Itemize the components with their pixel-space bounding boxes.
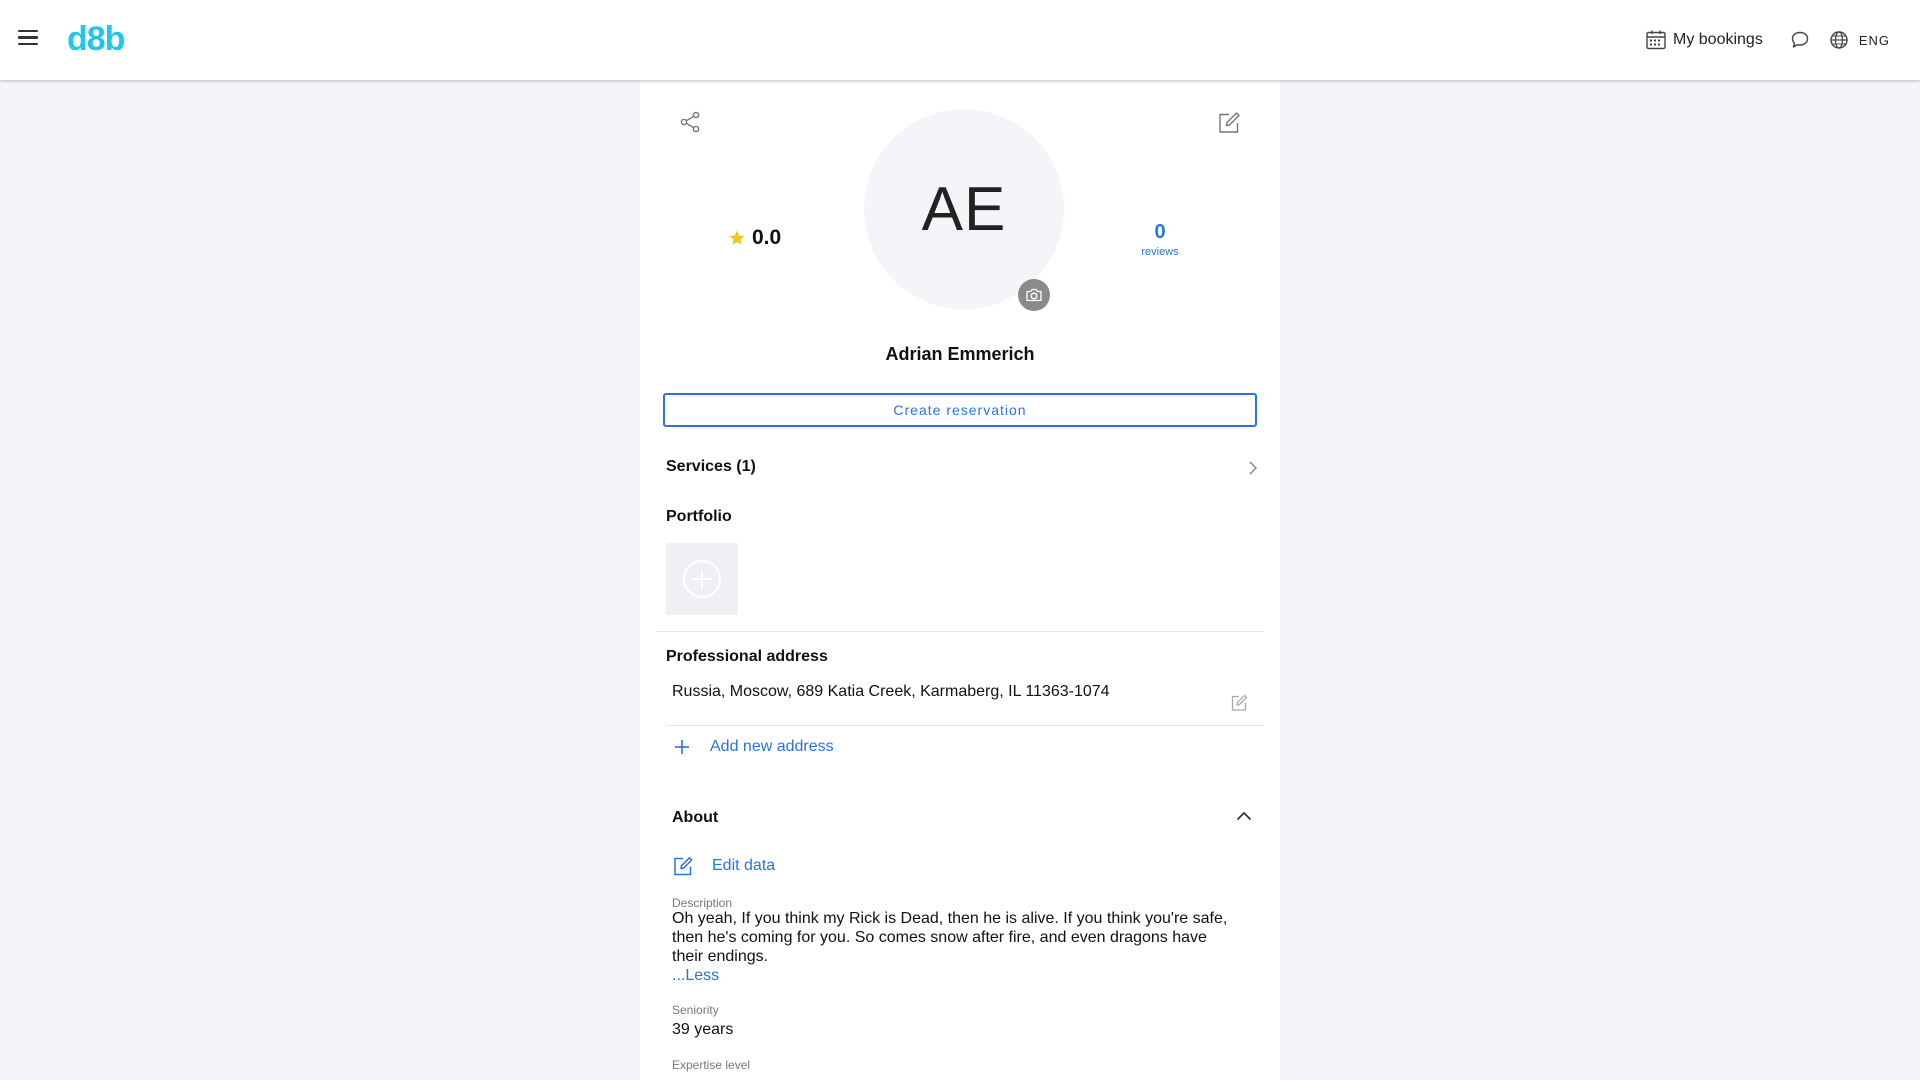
globe-icon — [1830, 31, 1848, 49]
plus-icon — [675, 740, 689, 754]
services-title: Services (1) — [666, 458, 756, 475]
hamburger-menu-icon[interactable] — [18, 30, 38, 46]
top-navigation-bar: d8b My bookings ENG — [0, 0, 1920, 80]
professional-address-title: Professional address — [666, 648, 828, 665]
header-actions: My bookings ENG — [1645, 24, 1890, 56]
address-divider — [666, 725, 1264, 726]
edit-address-icon[interactable] — [1229, 693, 1249, 718]
share-icon[interactable] — [678, 110, 702, 139]
language-selector[interactable]: ENG — [1829, 30, 1890, 50]
camera-icon — [1026, 288, 1042, 302]
my-bookings-link[interactable]: My bookings — [1645, 29, 1763, 51]
chat-button[interactable] — [1789, 29, 1811, 51]
profile-name: Adrian Emmerich — [885, 344, 1035, 364]
plus-circle-icon — [683, 560, 721, 598]
expertise-level-label: Expertise level — [672, 1058, 751, 1072]
star-icon — [729, 230, 745, 245]
services-row[interactable]: Services (1) — [666, 448, 1258, 488]
my-bookings-label: My bookings — [1673, 31, 1763, 48]
edit-icon — [674, 857, 693, 876]
rating-value: 0.0 — [752, 226, 782, 249]
language-label: ENG — [1858, 32, 1890, 48]
address-value: Russia, Moscow, 689 Katia Creek, Karmabe… — [672, 683, 1110, 700]
description-text: Oh yeah, If you think my Rick is Dead, t… — [672, 910, 1228, 965]
description-label: Description — [672, 896, 733, 910]
about-title: About — [672, 809, 719, 826]
chevron-up-icon — [1236, 811, 1252, 821]
reviews-count: 0 — [1154, 221, 1166, 243]
change-photo-button[interactable] — [1018, 279, 1050, 311]
reviews-link[interactable]: 0 reviews — [1120, 221, 1200, 258]
reviews-label: reviews — [1141, 246, 1179, 258]
show-less-link[interactable]: ...Less — [672, 967, 719, 985]
edit-profile-icon[interactable] — [1216, 110, 1242, 141]
chevron-right-icon — [1249, 461, 1258, 475]
edit-data-button[interactable]: Edit data — [672, 855, 775, 877]
app-logo[interactable]: d8b — [67, 20, 125, 59]
calendar-icon — [1646, 30, 1666, 50]
seniority-label: Seniority — [672, 1003, 719, 1017]
portfolio-title: Portfolio — [666, 508, 732, 525]
seniority-value: 39 years — [672, 1021, 734, 1038]
avatar-initials: AE — [921, 174, 1007, 244]
add-new-address-label: Add new address — [710, 738, 834, 755]
profile-card: 0.0 AE 0 reviews Adrian Emmerich Create … — [640, 80, 1280, 1080]
create-reservation-button[interactable]: Create reservation — [663, 393, 1257, 427]
about-section-toggle[interactable]: About — [672, 805, 1258, 835]
add-new-address-button[interactable]: Add new address — [674, 738, 834, 756]
section-divider — [656, 631, 1264, 632]
chat-icon — [1791, 31, 1809, 48]
add-portfolio-item-button[interactable] — [666, 543, 738, 615]
edit-data-label: Edit data — [712, 857, 776, 874]
rating-display: 0.0 — [728, 226, 781, 250]
